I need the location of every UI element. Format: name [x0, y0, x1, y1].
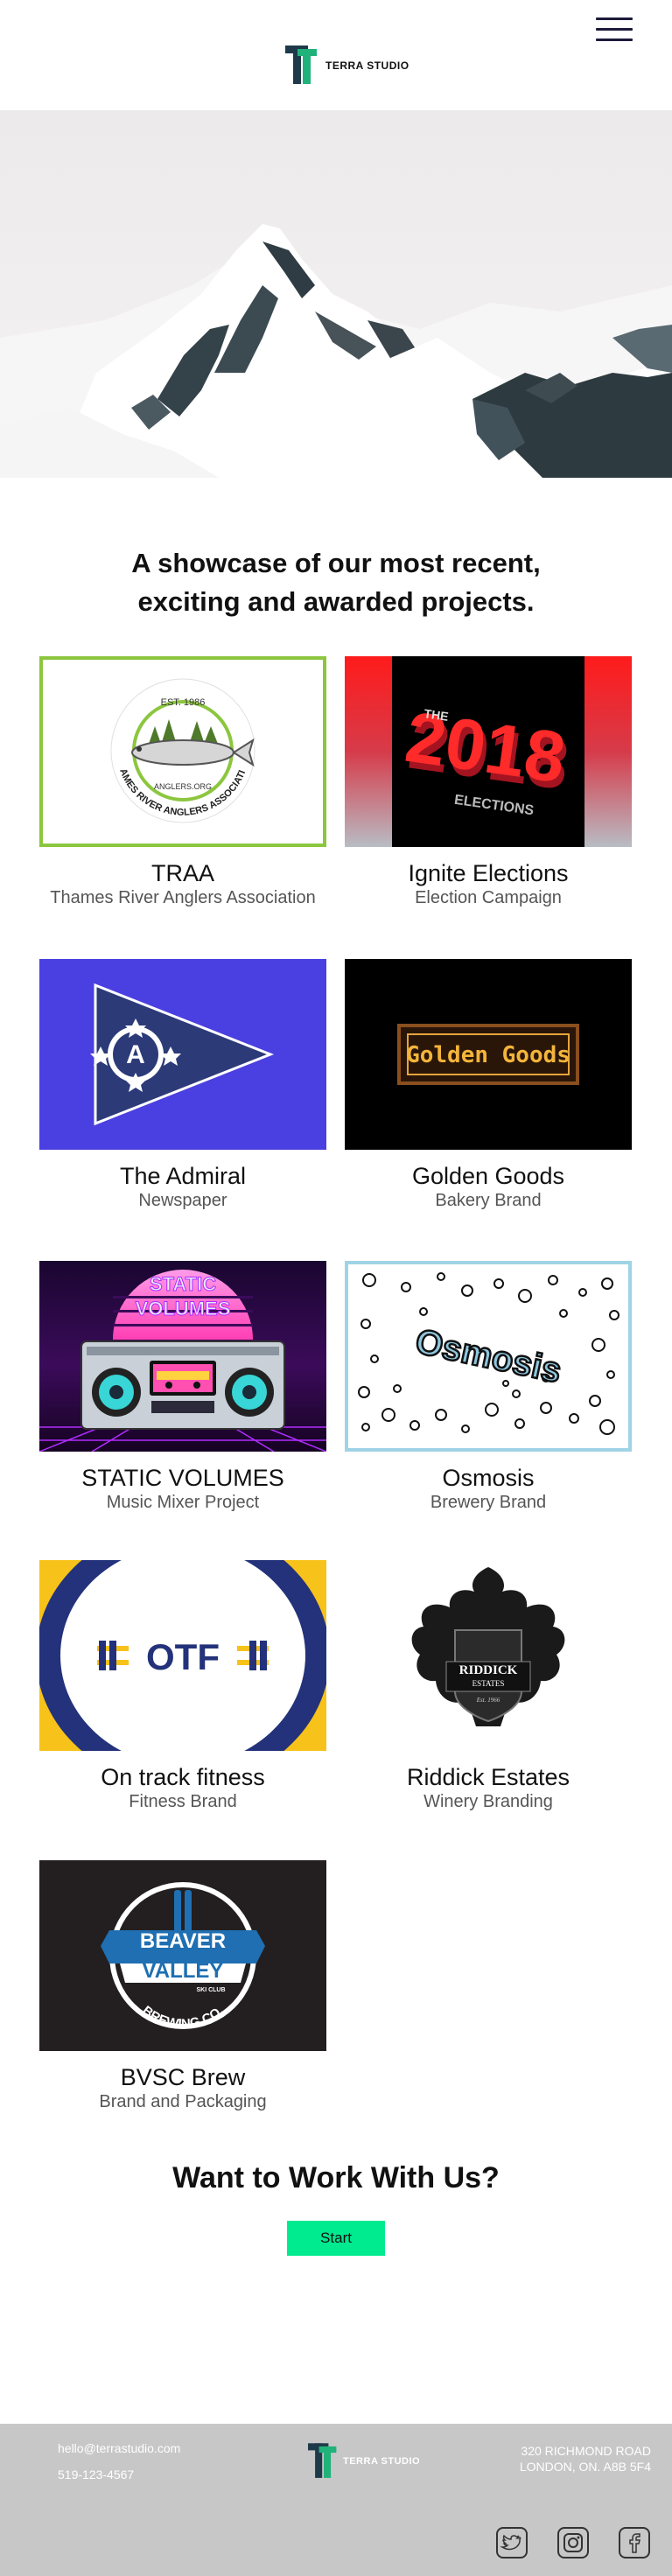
riddick-estates-image[interactable]: RIDDICK ESTATES Est. 1966 — [345, 1560, 632, 1751]
project-card-bvsc-brew[interactable]: BEAVER VALLEY SKI CLUB BREWING CO. BVSC … — [39, 1860, 326, 2112]
cta-title: Want to Work With Us? — [172, 2161, 500, 2194]
instagram-link[interactable] — [556, 2526, 590, 2559]
riddick-word: RIDDICK — [459, 1663, 518, 1677]
project-title: Riddick Estates — [406, 1764, 570, 1790]
project-title: BVSC Brew — [120, 2064, 246, 2090]
ski-club-word: SKI CLUB — [196, 1987, 225, 1993]
project-subtitle: Music Mixer Project — [106, 1493, 260, 1512]
golden-goods-image[interactable]: Golden Goods — [345, 959, 632, 1150]
cta-section: Want to Work With Us? Start — [0, 2160, 672, 2424]
site-header: TERRA STUDIO — [0, 0, 672, 110]
project-card-osmosis[interactable]: Osmosis Osmosis Brewery Brand — [345, 1261, 632, 1513]
projects-grid: EST. 1986 ANGLERS.ORG THAMES RIVER ANGLE… — [0, 656, 672, 2160]
estates-word: ESTATES — [472, 1679, 505, 1688]
project-card-traa[interactable]: EST. 1986 ANGLERS.ORG THAMES RIVER ANGLE… — [39, 656, 326, 908]
project-title: TRAA — [150, 860, 214, 886]
on-track-fitness-image[interactable]: OTF — [39, 1560, 326, 1751]
project-card-static-volumes[interactable]: STATIC VOLUMES STATIC VOLUMES Music Mixe… — [39, 1261, 326, 1513]
traa-est-label: EST. 1986 — [161, 697, 206, 708]
project-title: Ignite Elections — [408, 860, 569, 886]
start-button[interactable]: Start — [287, 2221, 385, 2256]
facebook-icon — [619, 2527, 650, 2558]
site-logo[interactable]: TERRA STUDIO — [285, 46, 410, 86]
project-card-ignite-elections[interactable]: 2018 2018 THE ELECTIONS Ignite Elections… — [345, 656, 632, 908]
showcase-title: A showcase of our most recent, exciting … — [131, 548, 541, 617]
terra-logo-icon — [285, 46, 317, 84]
twitter-link[interactable] — [495, 2526, 528, 2559]
project-card-golden-goods[interactable]: Golden Goods Golden Goods Bakery Brand — [345, 959, 632, 1211]
logo-text: TERRA STUDIO — [326, 60, 410, 72]
footer-logo-text: TERRA STUDIO — [343, 2456, 421, 2467]
admiral-letter: A — [126, 1040, 145, 1069]
project-subtitle: Newspaper — [138, 1191, 228, 1210]
footer-logo[interactable]: TERRA STUDIO — [308, 2443, 420, 2480]
project-title: Golden Goods — [411, 1163, 565, 1189]
project-subtitle: Fitness Brand — [129, 1792, 237, 1811]
terra-logo-icon — [308, 2443, 337, 2478]
golden-goods-wordmark: Golden Goods — [406, 1042, 570, 1068]
static-word: STATIC — [150, 1273, 216, 1295]
footer-phone[interactable]: 519-123-4567 — [58, 2468, 134, 2482]
project-subtitle: Bakery Brand — [435, 1191, 542, 1210]
bvsc-brew-image[interactable]: BEAVER VALLEY SKI CLUB BREWING CO. — [39, 1860, 326, 2051]
traa-logo-image[interactable]: EST. 1986 ANGLERS.ORG THAMES RIVER ANGLE… — [39, 656, 326, 847]
address-line-2: LONDON, ON. A8B 5F4 — [519, 2460, 651, 2474]
static-volumes-image[interactable]: STATIC VOLUMES — [39, 1261, 326, 1452]
project-title: The Admiral — [119, 1163, 247, 1189]
facebook-link[interactable] — [618, 2526, 651, 2559]
site-footer: hello@terrastudio.com 519-123-4567 TERRA… — [0, 2424, 672, 2576]
osmosis-image[interactable]: Osmosis — [345, 1261, 632, 1452]
hamburger-menu-icon — [596, 18, 633, 20]
traa-url-label: ANGLERS.ORG — [154, 782, 212, 791]
showcase-section: A showcase of our most recent, exciting … — [0, 478, 672, 2160]
project-subtitle: Winery Branding — [424, 1792, 553, 1811]
project-card-the-admiral[interactable]: A The Admiral Newspaper — [39, 959, 326, 1211]
footer-email[interactable]: hello@terrastudio.com — [58, 2441, 180, 2455]
project-title: STATIC VOLUMES — [81, 1465, 284, 1491]
project-card-on-track-fitness[interactable]: OTF On track fitness Fitness Brand — [39, 1560, 326, 1812]
menu-button[interactable] — [596, 18, 633, 46]
hero-banner — [0, 110, 672, 478]
the-admiral-image[interactable]: A — [39, 959, 326, 1150]
riddick-est-year: Est. 1966 — [476, 1697, 500, 1704]
address-line-1: 320 RICHMOND ROAD — [521, 2444, 651, 2458]
otf-wordmark: OTF — [146, 1636, 220, 1677]
ignite-elections-image[interactable]: 2018 2018 THE ELECTIONS — [345, 656, 632, 847]
instagram-icon — [557, 2527, 589, 2558]
valley-word: VALLEY — [143, 1959, 224, 1983]
volumes-word: VOLUMES — [136, 1298, 231, 1320]
project-subtitle: Election Campaign — [415, 888, 562, 907]
project-title: Osmosis — [442, 1465, 535, 1491]
project-subtitle: Thames River Anglers Association — [50, 888, 316, 907]
twitter-icon — [496, 2527, 528, 2558]
project-subtitle: Brewery Brand — [430, 1493, 547, 1512]
project-card-riddick-estates[interactable]: RIDDICK ESTATES Est. 1966 Riddick Estate… — [345, 1560, 632, 1812]
project-title: On track fitness — [101, 1764, 265, 1790]
footer-address: 320 RICHMOND ROAD LONDON, ON. A8B 5F4 — [520, 2443, 651, 2474]
project-subtitle: Brand and Packaging — [99, 2092, 267, 2111]
snowy-mountain-image — [0, 110, 672, 478]
beaver-word: BEAVER — [140, 1929, 226, 1953]
